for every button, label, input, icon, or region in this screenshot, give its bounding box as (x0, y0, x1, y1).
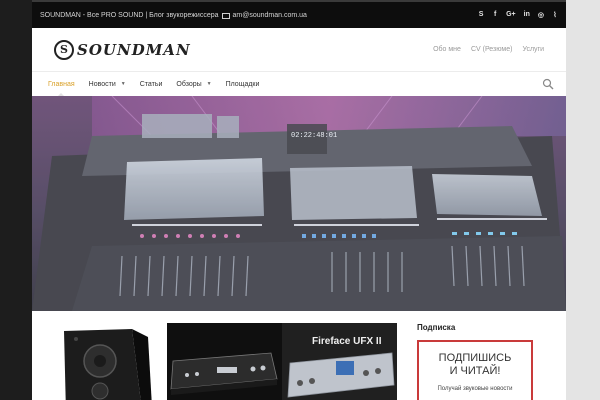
skype-icon[interactable]: S (478, 11, 484, 19)
nav-item-label: Главная (48, 80, 75, 88)
nav-item-articles[interactable]: Статьи (140, 72, 163, 96)
product-title: Fireface UFX II (312, 336, 382, 347)
logo-text: SOUNDMAN (77, 40, 191, 59)
facebook-icon[interactable]: f (492, 11, 498, 19)
search-icon[interactable] (542, 78, 554, 90)
nav-item-news[interactable]: Новости ▼ (89, 72, 126, 96)
nav-item-label: Площадки (225, 80, 260, 88)
product-tile-studio-monitor[interactable] (52, 323, 167, 400)
site-tagline: SOUNDMAN - Все PRO SOUND | Блог звукореж… (40, 11, 219, 19)
instagram-icon[interactable]: ◎ (538, 11, 544, 19)
social-links: S f G+ in ◎ ⌇ (478, 11, 558, 19)
rack-interface-image (167, 323, 282, 400)
hero-slider[interactable]: 02:22:48:01 (32, 96, 566, 311)
studio-monitor-image (64, 329, 152, 400)
rss-icon[interactable]: ⌇ (552, 11, 558, 19)
logo-mark-icon: S (54, 39, 74, 60)
subscribe-box[interactable]: ПОДПИШИСЬ И ЧИТАЙ! Получай звуковые ново… (417, 340, 533, 400)
header-links: Обо мне CV (Резюме) Услуги (433, 46, 544, 53)
fireface-image (282, 323, 397, 400)
page-container: SOUNDMAN - Все PRO SOUND | Блог звукореж… (32, 0, 566, 400)
subscribe-headline-2: И ЧИТАЙ! (449, 365, 501, 377)
chevron-down-icon: ▼ (206, 81, 212, 87)
linkedin-icon[interactable]: in (524, 11, 530, 19)
subscribe-description: Получай звуковые новости (437, 386, 513, 392)
product-tile-rack-interface[interactable] (167, 323, 282, 400)
nav-item-label: Статьи (139, 80, 163, 88)
top-bar: SOUNDMAN - Все PRO SOUND | Блог звукореж… (32, 0, 566, 28)
product-tile-fireface[interactable]: Fireface UFX II (282, 323, 397, 400)
header-link-about[interactable]: Обо мне (433, 46, 461, 53)
subscribe-headline-1: ПОДПИШИСЬ (438, 352, 512, 364)
featured-products: Fireface UFX II (52, 323, 397, 400)
content-area: Fireface UFX II Подписка ПОДПИШИСЬ И ЧИТ… (32, 311, 566, 400)
nav-item-label: Обзоры (176, 80, 202, 88)
site-logo[interactable]: S SOUNDMAN (54, 39, 191, 60)
site-header: S SOUNDMAN Обо мне CV (Резюме) Услуги (32, 28, 566, 72)
subscribe-widget-title: Подписка (417, 323, 456, 332)
nav-item-home[interactable]: Главная (48, 72, 75, 97)
google-plus-icon[interactable]: G+ (506, 11, 516, 19)
header-link-cv[interactable]: CV (Резюме) (471, 46, 513, 53)
envelope-icon (221, 13, 230, 19)
nav-item-label: Новости (88, 80, 116, 88)
nav-item-venues[interactable]: Площадки (226, 72, 260, 96)
chevron-down-icon: ▼ (120, 81, 126, 87)
main-nav: Главная Новости ▼ Статьи Обзоры ▼ Площад… (32, 72, 566, 97)
mixing-console-image: 02:22:48:01 (32, 96, 566, 311)
page-right-margin (566, 0, 600, 400)
contact-email-link[interactable]: am@soundman.com.ua (233, 12, 307, 19)
nav-item-reviews[interactable]: Обзоры ▼ (176, 72, 211, 96)
header-link-services[interactable]: Услуги (522, 46, 544, 53)
page-left-margin (0, 0, 32, 400)
sidebar: Подписка ПОДПИШИСЬ И ЧИТАЙ! Получай звук… (417, 323, 537, 400)
